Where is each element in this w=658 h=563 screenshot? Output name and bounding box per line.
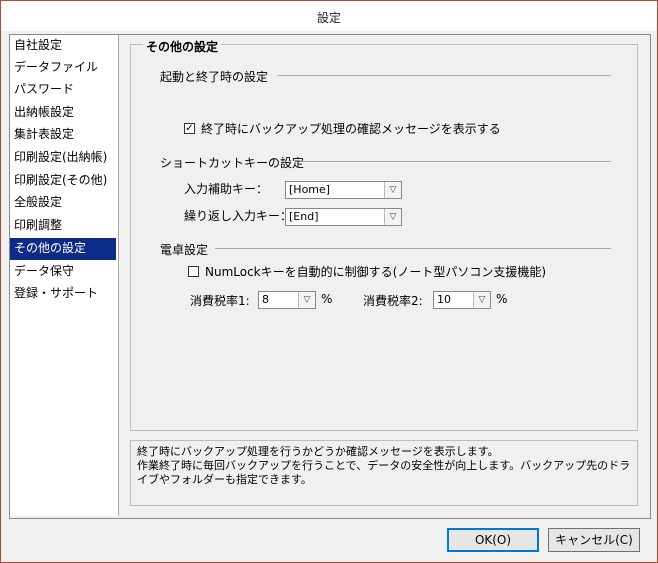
tax-rate2-select[interactable]: 10 ▽: [433, 291, 491, 309]
title-bar: 設定: [1, 1, 657, 31]
backup-confirm-label[interactable]: 終了時にバックアップ処理の確認メッセージを表示する: [201, 120, 501, 137]
input-assist-select[interactable]: [Home] ▽: [285, 181, 402, 199]
tax-rate2-unit: %: [496, 292, 508, 306]
nav-item-data-file[interactable]: データファイル: [10, 57, 116, 79]
nav-item-general[interactable]: 全般設定: [10, 192, 116, 214]
help-description: 終了時にバックアップ処理を行うかどうか確認メッセージを表示します。 作業終了時に…: [130, 440, 638, 506]
tax-rate2-value: 10: [437, 293, 451, 306]
calculator-divider: [215, 248, 611, 249]
chevron-down-icon[interactable]: ▽: [298, 292, 315, 308]
nav-item-maintenance[interactable]: データ保守: [10, 261, 116, 283]
nav-item-print-adjust[interactable]: 印刷調整: [10, 215, 116, 237]
group-title: その他の設定: [143, 38, 222, 55]
settings-nav: 自社設定 データファイル パスワード 出納帳設定 集計表設定 印刷設定(出納帳)…: [10, 35, 119, 516]
startup-divider: [278, 75, 611, 76]
tax-rate1-value: 8: [262, 293, 269, 306]
backup-confirm-checkbox[interactable]: ✓: [184, 123, 195, 134]
other-settings-group: [130, 44, 638, 431]
nav-item-print-ledger[interactable]: 印刷設定(出納帳): [10, 147, 116, 169]
nav-item-other[interactable]: その他の設定: [10, 238, 116, 260]
shortcut-divider: [300, 161, 611, 162]
chevron-down-icon[interactable]: ▽: [384, 182, 401, 198]
tax-rate1-unit: %: [321, 292, 333, 306]
nav-item-ledger[interactable]: 出納帳設定: [10, 102, 116, 124]
settings-dialog: 設定 自社設定 データファイル パスワード 出納帳設定 集計表設定 印刷設定(出…: [0, 0, 658, 563]
nav-item-company[interactable]: 自社設定: [10, 35, 116, 57]
tax-rate2-label: 消費税率2:: [363, 294, 423, 308]
repeat-input-select[interactable]: [End] ▽: [285, 208, 402, 226]
calculator-section-title: 電卓設定: [160, 243, 209, 257]
ok-button[interactable]: OK(O): [447, 528, 539, 552]
input-assist-value: [Home]: [289, 183, 331, 196]
startup-section-title: 起動と終了時の設定: [160, 70, 269, 84]
numlock-checkbox[interactable]: [188, 266, 199, 277]
repeat-input-value: [End]: [289, 210, 319, 223]
tax-rate1-label: 消費税率1:: [190, 294, 250, 308]
nav-item-support[interactable]: 登録・サポート: [10, 283, 116, 305]
input-assist-label: 入力補助キー：: [184, 182, 269, 196]
numlock-label[interactable]: NumLockキーを自動的に制御する(ノート型パソコン支援機能): [205, 263, 546, 280]
help-line-2: 作業終了時に毎回バックアップを行うことで、データの安全性が向上します。バックアッ…: [137, 459, 631, 486]
dialog-body: 自社設定 データファイル パスワード 出納帳設定 集計表設定 印刷設定(出納帳)…: [9, 34, 651, 519]
chevron-down-icon[interactable]: ▽: [384, 209, 401, 225]
shortcut-section-title: ショートカットキーの設定: [160, 156, 305, 170]
repeat-input-label: 繰り返し入力キー：: [184, 209, 293, 223]
cancel-button[interactable]: キャンセル(C): [548, 528, 640, 552]
nav-item-summary[interactable]: 集計表設定: [10, 124, 116, 146]
nav-item-print-other[interactable]: 印刷設定(その他): [10, 170, 116, 192]
help-line-1: 終了時にバックアップ処理を行うかどうか確認メッセージを表示します。: [137, 445, 499, 458]
tax-rate1-select[interactable]: 8 ▽: [258, 291, 316, 309]
chevron-down-icon[interactable]: ▽: [473, 292, 490, 308]
window-title: 設定: [316, 11, 341, 25]
nav-item-password[interactable]: パスワード: [10, 79, 116, 101]
